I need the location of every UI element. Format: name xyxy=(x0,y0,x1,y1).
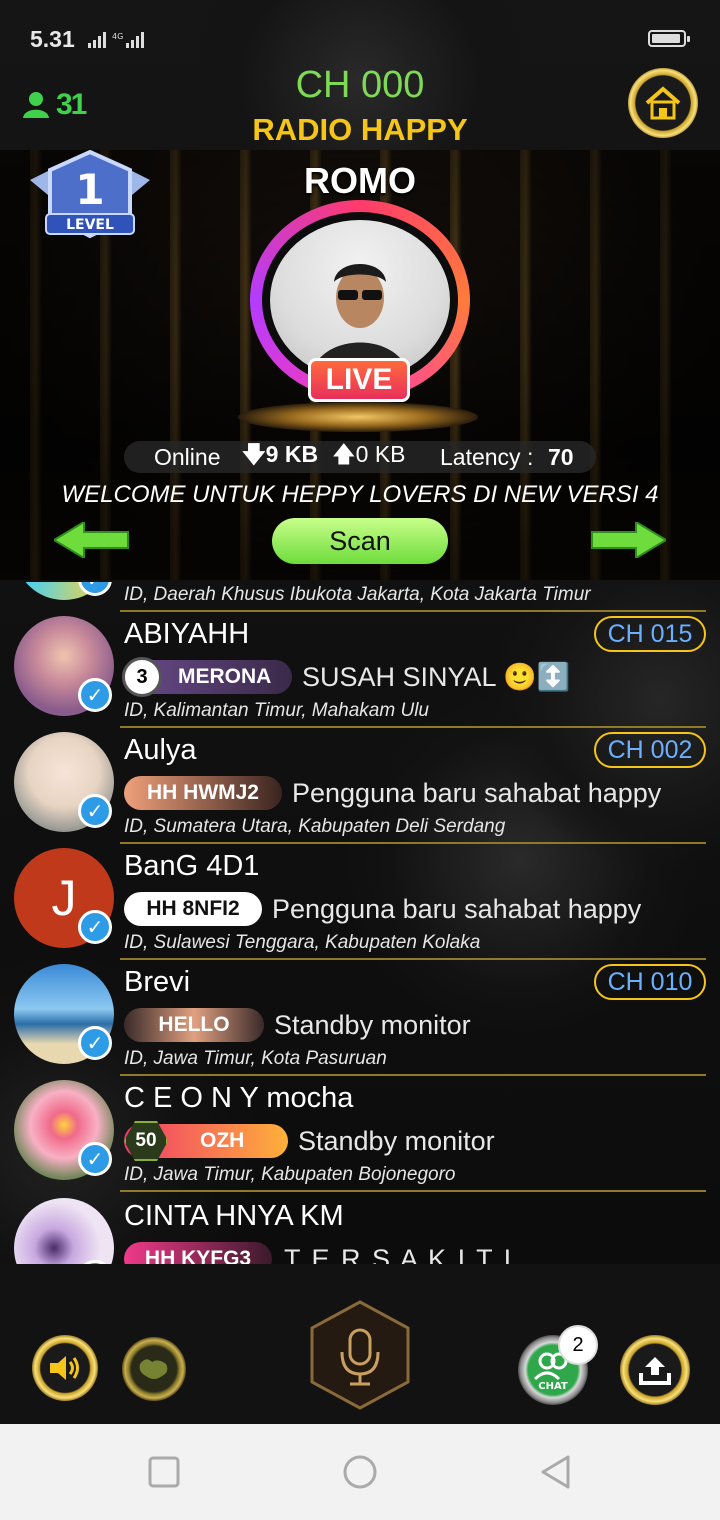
system-nav-bar xyxy=(0,1424,720,1520)
station-name: RADIO HAPPY xyxy=(252,112,468,147)
verified-icon: ✓ xyxy=(78,1142,112,1176)
download-stat: 🡇9 KB xyxy=(242,440,319,467)
user-tag: HH 8NFI2 xyxy=(124,892,262,926)
user-name: ABIYAHH xyxy=(124,618,250,650)
back-icon[interactable] xyxy=(538,1454,574,1490)
map-button[interactable] xyxy=(122,1337,186,1401)
chat-unread-badge: 2 xyxy=(558,1325,598,1365)
user-status: SUSAH SINYAL 🙂↕️ xyxy=(302,662,571,692)
map-icon xyxy=(139,1359,168,1379)
user-location: ID, Sumatera Utara, Kabupaten Deli Serda… xyxy=(124,816,506,837)
verified-icon: ✓ xyxy=(78,910,112,944)
user-status: Pengguna baru sahabat happy xyxy=(272,894,642,924)
online-label: Online xyxy=(154,443,221,470)
user-status: Standby monitor xyxy=(274,1010,471,1040)
channel-badge[interactable]: CH 002 xyxy=(594,732,706,768)
user-tag: HELLO xyxy=(124,1008,264,1042)
speaker-icon xyxy=(50,1356,79,1380)
verified-icon: ✓ xyxy=(78,1026,112,1060)
home-nav-icon[interactable] xyxy=(342,1454,378,1490)
upload-button[interactable] xyxy=(620,1335,690,1405)
list-item[interactable]: ✓ Brevi CH 010 HELLO Standby monitor ID,… xyxy=(0,960,720,1076)
latency-value: 70 xyxy=(548,443,574,470)
scan-button[interactable]: Scan xyxy=(272,518,448,564)
channel-title: CH 000 xyxy=(295,64,425,106)
user-avatar xyxy=(14,1198,114,1264)
list-item[interactable]: ✓ CINTA HNYA KM HH KYFG3 T E R S A K I T… xyxy=(0,1194,720,1264)
latency-label: Latency : xyxy=(440,443,534,470)
microphone-button[interactable] xyxy=(308,1300,412,1410)
user-level: 50 xyxy=(124,1121,168,1161)
divider xyxy=(120,1190,706,1192)
svg-text:LEVEL: LEVEL xyxy=(66,217,114,233)
channel-badge[interactable]: CH 010 xyxy=(594,964,706,1000)
list-item[interactable]: ✓ Aulya CH 002 HH HWMJ2 Pengguna baru sa… xyxy=(0,728,720,844)
user-location: ID, Kalimantan Timur, Mahakam Ulu xyxy=(124,700,429,721)
user-status: Standby monitor xyxy=(298,1126,495,1156)
home-button[interactable] xyxy=(628,68,698,138)
user-location: ID, Jawa Timur, Kota Pasuruan xyxy=(124,1048,387,1069)
upload-arrow-icon: 🡅 xyxy=(332,440,356,467)
speaker-button[interactable] xyxy=(32,1335,98,1401)
user-tag: 50 OZH xyxy=(124,1121,288,1161)
status-bar: 5.31 4G xyxy=(0,0,720,70)
upload-stat: 🡅0 KB xyxy=(332,440,406,467)
verified-icon: ✓ xyxy=(78,678,112,712)
channel-badge[interactable]: CH 015 xyxy=(594,616,706,652)
user-name: CINTA HNYA KM xyxy=(124,1200,344,1232)
next-arrow-icon[interactable] xyxy=(590,522,666,558)
verified-icon: ✓ xyxy=(78,794,112,828)
user-tag: HH KYFG3 xyxy=(124,1242,272,1264)
user-name: Brevi xyxy=(124,966,191,998)
svg-text:4G: 4G xyxy=(112,32,123,41)
user-tag: HH HWMJ2 xyxy=(124,776,282,810)
user-status: Pengguna baru sahabat happy xyxy=(292,778,662,808)
user-name: C E O N Y mocha xyxy=(124,1082,354,1114)
host-avatar xyxy=(270,220,450,380)
upload-icon xyxy=(639,1357,671,1385)
user-name: BanG 4D1 xyxy=(124,850,260,882)
user-level: 3 xyxy=(122,657,162,697)
list-item[interactable]: ✓ ID, Daerah Khusus Ibukota Jakarta, Kot… xyxy=(0,582,720,612)
user-location: ID, Jawa Timur, Kabupaten Bojonegoro xyxy=(124,1164,456,1185)
user-location: ID, Sulawesi Tenggara, Kabupaten Kolaka xyxy=(124,932,481,953)
user-name: Aulya xyxy=(124,734,197,766)
previous-arrow-icon[interactable] xyxy=(54,522,130,558)
user-location: ID, Daerah Khusus Ibukota Jakarta, Kota … xyxy=(124,584,591,605)
user-status: T E R S A K I T I xyxy=(284,1244,514,1264)
download-arrow-icon: 🡇 xyxy=(242,440,266,467)
battery-icon xyxy=(648,30,690,47)
signal-icon: 4G xyxy=(88,32,144,48)
recents-icon[interactable] xyxy=(146,1454,182,1490)
welcome-marquee: WELCOME UNTUK HEPPY LOVERS DI NEW VERSI … xyxy=(61,481,659,508)
home-icon xyxy=(645,86,681,120)
svg-text:CHAT: CHAT xyxy=(538,1381,568,1391)
user-list[interactable]: ✓ ID, Daerah Khusus Ibukota Jakarta, Kot… xyxy=(0,582,720,1264)
host-name: ROMO xyxy=(304,160,416,201)
live-badge: LIVE xyxy=(308,358,410,402)
stream-stats: Online 🡇9 KB 🡅0 KB Latency : 70 xyxy=(124,441,596,473)
user-tag: 3 MERONA xyxy=(122,657,292,697)
list-item[interactable]: ✓ ABIYAHH CH 015 3 MERONA SUSAH SINYAL 🙂… xyxy=(0,612,720,728)
pedestal xyxy=(238,402,478,432)
status-time: 5.31 xyxy=(30,26,75,52)
host-photo xyxy=(310,264,410,380)
list-item[interactable]: ✓ C E O N Y mocha 50 OZH Standby monitor… xyxy=(0,1076,720,1192)
list-item[interactable]: J ✓ BanG 4D1 HH 8NFI2 Pengguna baru saha… xyxy=(0,844,720,960)
